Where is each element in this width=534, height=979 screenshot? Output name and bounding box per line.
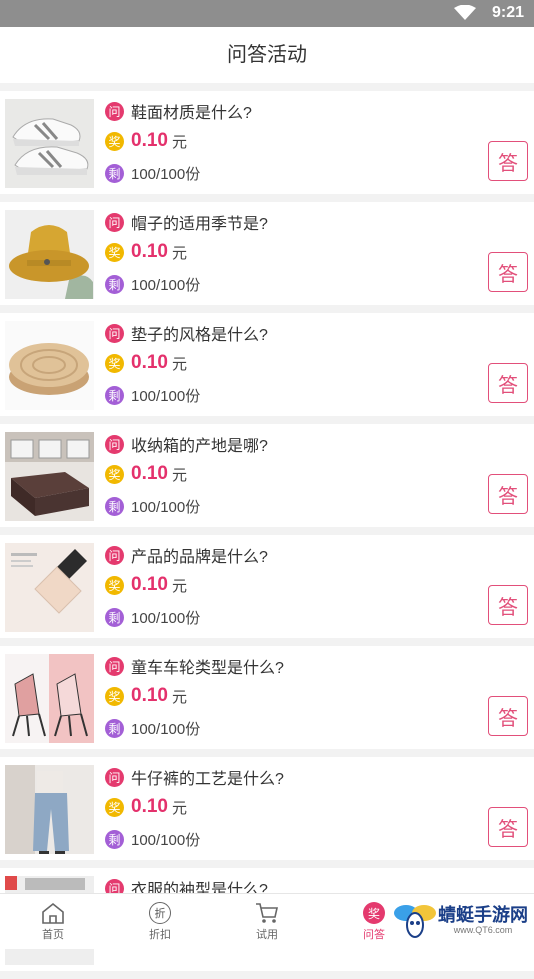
home-icon xyxy=(13,900,93,926)
product-image-sneakers[interactable] xyxy=(5,99,94,188)
answer-button[interactable]: 答 xyxy=(488,807,528,847)
question-item[interactable]: 问鞋面材质是什么? 奖 0.10 元 剩 100/100份 答 xyxy=(0,91,534,194)
reward-amount: 0.10 xyxy=(131,574,168,595)
ask-icon: 问 xyxy=(105,323,124,343)
reward-amount: 0.10 xyxy=(131,352,168,373)
ask-icon: 问 xyxy=(105,101,124,121)
question-text: 垫子的风格是什么? xyxy=(131,327,268,344)
remaining-count: 100/100份 xyxy=(131,387,201,405)
remaining-icon: 剩 xyxy=(105,718,124,738)
prize-icon: 奖 xyxy=(105,575,124,595)
discount-icon: 折 xyxy=(149,902,171,924)
reward-amount: 0.10 xyxy=(131,796,168,817)
wifi-icon xyxy=(454,4,476,26)
product-image-foundation-bottle[interactable] xyxy=(5,543,94,632)
tab-label: 试用 xyxy=(256,929,278,941)
remaining-count: 100/100份 xyxy=(131,498,201,516)
question-text: 牛仔裤的工艺是什么? xyxy=(131,771,284,788)
remaining-icon: 剩 xyxy=(105,385,124,405)
tab-trial[interactable]: 试用 xyxy=(227,900,307,942)
remaining-icon: 剩 xyxy=(105,829,124,849)
reward-unit: 元 xyxy=(171,355,187,373)
question-item[interactable]: 问帽子的适用季节是? 奖 0.10 元 剩 100/100份 答 xyxy=(0,202,534,305)
prize-icon: 奖 xyxy=(105,464,124,484)
question-item[interactable]: 问垫子的风格是什么? 奖 0.10 元 剩 100/100份 答 xyxy=(0,313,534,416)
product-image-strollers[interactable] xyxy=(5,654,94,743)
watermark-url: www.QT6.com xyxy=(453,925,513,935)
remaining-count: 100/100份 xyxy=(131,831,201,849)
reward-unit: 元 xyxy=(171,244,187,262)
reward-amount: 0.10 xyxy=(131,685,168,706)
answer-button[interactable]: 答 xyxy=(488,585,528,625)
tab-label: 折扣 xyxy=(149,929,171,941)
prize-icon: 奖 xyxy=(105,353,124,373)
remaining-icon: 剩 xyxy=(105,274,124,294)
answer-button[interactable]: 答 xyxy=(488,252,528,292)
watermark: 蜻蜓手游网 www.QT6.com xyxy=(392,899,528,941)
question-item[interactable]: 问牛仔裤的工艺是什么? 奖 0.10 元 剩 100/100份 答 xyxy=(0,757,534,860)
product-image-jeans[interactable] xyxy=(5,765,94,854)
reward-unit: 元 xyxy=(171,688,187,706)
bottom-tab-bar: 首页 折 折扣 试用 奖 问答 蜻蜓手游网 www.QT6.com xyxy=(0,893,534,949)
ask-icon: 问 xyxy=(105,212,124,232)
remaining-icon: 剩 xyxy=(105,607,124,627)
question-item[interactable]: 问童车车轮类型是什么? 奖 0.10 元 剩 100/100份 答 xyxy=(0,646,534,749)
reward-unit: 元 xyxy=(171,577,187,595)
status-time: 9:21 xyxy=(491,4,524,21)
question-text: 帽子的适用季节是? xyxy=(131,216,268,233)
answer-button[interactable]: 答 xyxy=(488,363,528,403)
answer-button[interactable]: 答 xyxy=(488,141,528,181)
question-list: 问鞋面材质是什么? 奖 0.10 元 剩 100/100份 答 问帽子的适用季节是? … xyxy=(0,91,534,979)
dragonfly-logo-icon xyxy=(394,905,436,938)
reward-amount: 0.10 xyxy=(131,130,168,151)
reward-unit: 元 xyxy=(171,799,187,817)
ask-icon: 问 xyxy=(105,767,124,787)
question-text: 产品的品牌是什么? xyxy=(131,549,268,566)
ask-icon: 问 xyxy=(105,545,124,565)
product-image-bucket-hat[interactable] xyxy=(5,210,94,299)
reward-amount: 0.10 xyxy=(131,241,168,262)
reward-amount: 0.10 xyxy=(131,463,168,484)
remaining-icon: 剩 xyxy=(105,496,124,516)
remaining-count: 100/100份 xyxy=(131,276,201,294)
answer-button[interactable]: 答 xyxy=(488,696,528,736)
status-bar: 9:21 xyxy=(0,0,534,27)
page-title: 问答活动 xyxy=(0,27,534,83)
answer-button[interactable]: 答 xyxy=(488,474,528,514)
reward-unit: 元 xyxy=(171,133,187,151)
remaining-count: 100/100份 xyxy=(131,165,201,183)
prize-icon: 奖 xyxy=(363,902,385,924)
cart-icon xyxy=(227,900,307,926)
ask-icon: 问 xyxy=(105,434,124,454)
prize-icon: 奖 xyxy=(105,242,124,262)
prize-icon: 奖 xyxy=(105,686,124,706)
question-item[interactable]: 问产品的品牌是什么? 奖 0.10 元 剩 100/100份 答 xyxy=(0,535,534,638)
question-item[interactable]: 问收纳箱的产地是哪? 奖 0.10 元 剩 100/100份 答 xyxy=(0,424,534,527)
tab-discount[interactable]: 折 折扣 xyxy=(120,900,200,942)
remaining-icon: 剩 xyxy=(105,163,124,183)
ask-icon: 问 xyxy=(105,656,124,676)
product-image-storage-box[interactable] xyxy=(5,432,94,521)
reward-unit: 元 xyxy=(171,466,187,484)
product-image-straw-cushion[interactable] xyxy=(5,321,94,410)
prize-icon: 奖 xyxy=(105,797,124,817)
question-text: 收纳箱的产地是哪? xyxy=(131,438,268,455)
watermark-text: 蜻蜓手游网 xyxy=(438,905,528,925)
tab-home[interactable]: 首页 xyxy=(13,900,93,942)
question-text: 鞋面材质是什么? xyxy=(131,105,252,122)
tab-label: 首页 xyxy=(42,929,64,941)
remaining-count: 100/100份 xyxy=(131,609,201,627)
prize-icon: 奖 xyxy=(105,131,124,151)
remaining-count: 100/100份 xyxy=(131,720,201,738)
question-text: 童车车轮类型是什么? xyxy=(131,660,284,677)
